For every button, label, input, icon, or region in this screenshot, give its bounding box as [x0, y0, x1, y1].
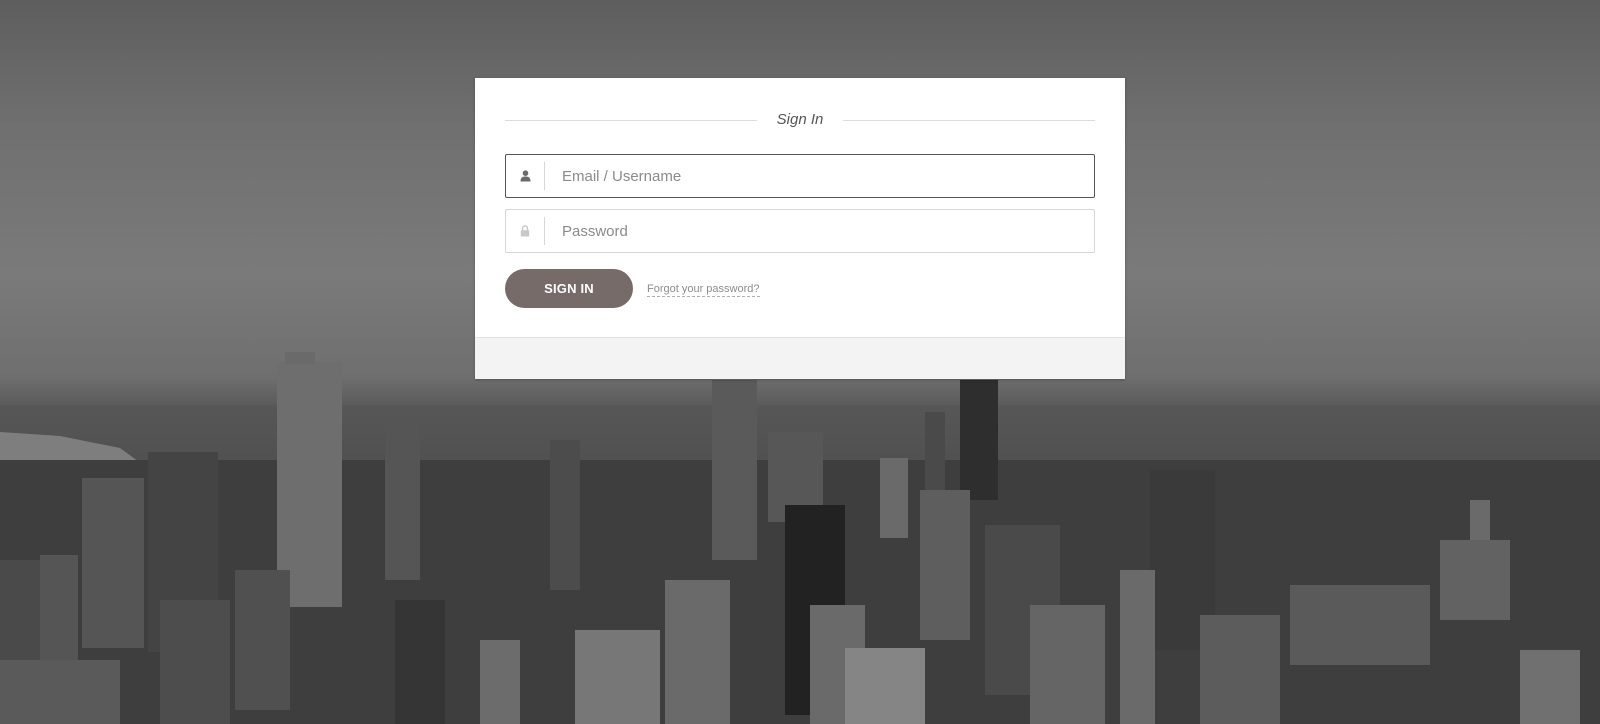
login-card-body: Sign In Email / Username SIGN IN Forgot … — [475, 78, 1125, 338]
password-field-separator — [544, 217, 545, 245]
sign-in-button[interactable]: SIGN IN — [505, 269, 633, 308]
user-icon — [506, 155, 544, 197]
email-field[interactable] — [505, 154, 1102, 198]
lock-icon — [506, 210, 544, 252]
login-title-row: Sign In — [505, 109, 1095, 131]
title-divider-right — [843, 120, 1095, 121]
password-input[interactable] — [546, 210, 1102, 252]
email-input[interactable] — [546, 155, 1102, 197]
login-card-footer — [475, 337, 1125, 379]
login-card: Sign In Email / Username SIGN IN Forgot … — [475, 78, 1125, 379]
forgot-password-link[interactable]: Forgot your password? — [647, 283, 760, 297]
email-field-separator — [544, 162, 545, 190]
password-field[interactable] — [505, 209, 1102, 253]
login-page: Sign In Email / Username SIGN IN Forgot … — [0, 0, 1600, 724]
